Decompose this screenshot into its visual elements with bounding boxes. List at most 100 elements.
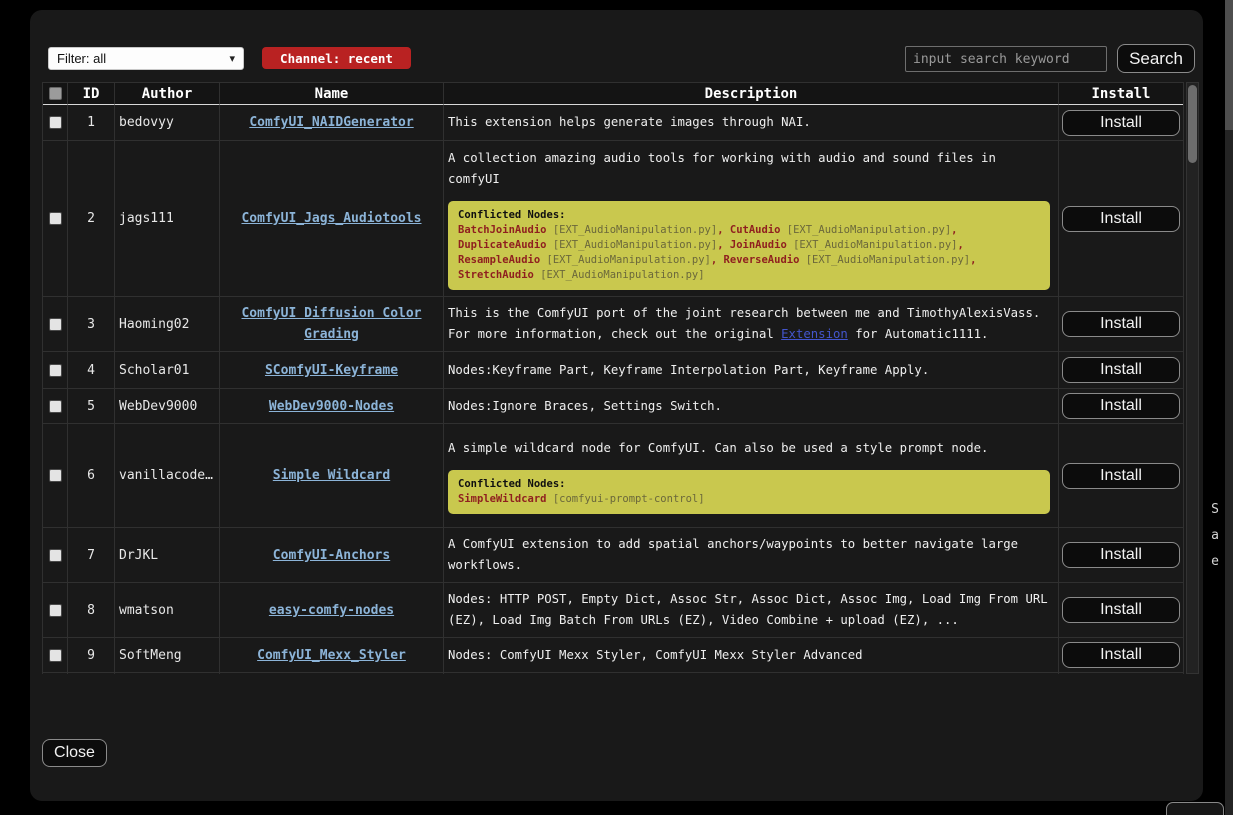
table-row: 1bedovyyComfyUI_NAIDGeneratorThis extens… [43,105,1183,141]
description-link[interactable]: Extension [781,327,848,341]
row-id: 8 [68,583,115,638]
search-button[interactable]: Search [1117,44,1195,73]
table-row: 2jags111 ComfyUI_Jags_Audiotools A collect… [43,141,1183,297]
install-cell: Install [1059,673,1183,674]
row-description: Nodes:Keyframe Part, Keyframe Interpolat… [444,352,1059,389]
description-text: This is the ComfyUI port of the joint re… [448,303,1052,345]
row-name-cell: ComfyUI_NAIDGenerator [220,105,444,141]
filter-select[interactable]: Filter: all ▾ [48,47,244,70]
background-glyph: S [1207,497,1223,523]
install-button[interactable]: Install [1062,110,1180,136]
install-button[interactable]: Install [1062,463,1180,489]
row-name-link[interactable]: ComfyUI Diffusion Color Grading [224,303,439,345]
install-button[interactable]: Install [1062,357,1180,383]
row-checkbox[interactable] [49,549,62,562]
table-scrollbar-thumb[interactable] [1188,85,1197,163]
row-author: jags111 [115,141,220,297]
table-row: 7DrJKLComfyUI-AnchorsA ComfyUI extension… [43,528,1183,583]
channel-badge: Channel: recent [262,47,411,69]
row-id: 9 [68,638,115,673]
conflict-items: BatchJoinAudio [EXT_AudioManipulation.py… [458,223,1040,283]
row-description: A collection amazing audio tools for wor… [444,141,1059,297]
install-cell: Install [1059,352,1183,389]
description-text: Nodes:Ignore Braces, Settings Switch. [448,396,1052,417]
description-text: Nodes:Keyframe Part, Keyframe Interpolat… [448,360,1052,381]
row-checkbox[interactable] [49,649,62,662]
row-id: 7 [68,528,115,583]
background-glyph: e [1207,549,1223,575]
row-checkbox-cell [43,105,68,141]
row-author: WebDev9000 [115,389,220,424]
row-checkbox[interactable] [49,364,62,377]
row-author: Scholar01 [115,352,220,389]
custom-nodes-table: IDAuthorNameDescriptionInstall1bedovyyCo… [42,82,1199,674]
install-cell: Install [1059,638,1183,673]
row-checkbox[interactable] [49,469,62,482]
conflict-title: Conflicted Nodes: [458,477,1040,492]
row-checkbox[interactable] [49,604,62,617]
row-checkbox-cell [43,389,68,424]
row-description: This is the ComfyUI port of the joint re… [444,297,1059,352]
conflict-separator: , [970,254,976,266]
row-checkbox-cell [43,141,68,297]
row-name-link[interactable]: WebDev9000-Nodes [269,396,394,417]
row-name-link[interactable]: ComfyUI_Jags_Audiotools [241,208,421,229]
col-header-author: Author [115,83,220,105]
table-row: 8wmatson easy-comfy-nodes Nodes: HTTP POST… [43,583,1183,638]
row-name-cell: easy-comfy-nodes [220,583,444,638]
page-scrollbar[interactable] [1225,0,1233,815]
row-name-cell: WebDev9000-Nodes [220,389,444,424]
background-glyph: a [1207,523,1223,549]
conflict-separator: , [951,224,957,236]
select-all-checkbox[interactable] [49,87,62,100]
close-button[interactable]: Close [42,739,107,767]
description-text: Nodes: HTTP POST, Empty Dict, Assoc Str,… [448,589,1052,631]
row-checkbox[interactable] [49,116,62,129]
conflict-node-source: [EXT_AudioManipulation.py] [547,254,711,266]
row-name-link[interactable]: ComfyUI_Mexx_Styler [257,645,406,666]
install-button[interactable]: Install [1062,542,1180,568]
install-cell: Install [1059,583,1183,638]
conflict-node-name: ResampleAudio [458,254,540,266]
install-button[interactable]: Install [1062,393,1180,419]
row-author: wmatson [115,583,220,638]
table-scrollbar[interactable] [1186,82,1199,674]
conflicted-nodes-box: Conflicted Nodes:BatchJoinAudio [EXT_Aud… [448,201,1050,290]
table-row: 4Scholar01 SComfyUI-Keyframe Nodes:Keyfram… [43,352,1183,389]
row-name-cell: ComfyUI Yolov8 [220,673,444,674]
row-checkbox[interactable] [49,400,62,413]
install-button[interactable]: Install [1062,597,1180,623]
description-text: A simple wildcard node for ComfyUI. Can … [448,438,1052,459]
row-id: 4 [68,352,115,389]
table-grid: IDAuthorNameDescriptionInstall1bedovyyCo… [42,82,1184,674]
filter-select-value: Filter: all [57,51,106,66]
row-description: This extension helps generate images thr… [444,105,1059,141]
row-checkbox[interactable] [49,212,62,225]
install-button[interactable]: Install [1062,311,1180,337]
row-name-cell: ComfyUI_Jags_Audiotools [220,141,444,297]
search-input[interactable] [905,46,1107,72]
conflict-node-name: StretchAudio [458,269,534,281]
row-author: Haoming02 [115,297,220,352]
row-name-link[interactable]: SComfyUI-Keyframe [265,360,398,381]
conflict-node-name: JoinAudio [730,239,787,251]
row-name-cell: ComfyUI Diffusion Color Grading [220,297,444,352]
row-name-link[interactable]: ComfyUI_NAIDGenerator [249,112,413,133]
install-cell: Install [1059,424,1183,528]
row-name-link[interactable]: ComfyUI-Anchors [273,545,390,566]
row-id: 2 [68,141,115,297]
conflict-node-source: [EXT_AudioManipulation.py] [787,224,951,236]
install-cell: Install [1059,528,1183,583]
row-name-link[interactable]: easy-comfy-nodes [269,600,394,621]
row-name-link[interactable]: Simple Wildcard [273,465,390,486]
page-scrollbar-thumb[interactable] [1225,0,1233,130]
row-id: 3 [68,297,115,352]
row-id: 6 [68,424,115,528]
install-button[interactable]: Install [1062,642,1180,668]
row-author: DrJKL [115,528,220,583]
install-button[interactable]: Install [1062,206,1180,232]
chevron-down-icon: ▾ [229,52,235,65]
row-description: Nodes: Yolov8Detection, Yolov8Segmentati… [444,673,1059,674]
conflict-node-source: [EXT_AudioManipulation.py] [540,269,704,281]
row-checkbox[interactable] [49,318,62,331]
